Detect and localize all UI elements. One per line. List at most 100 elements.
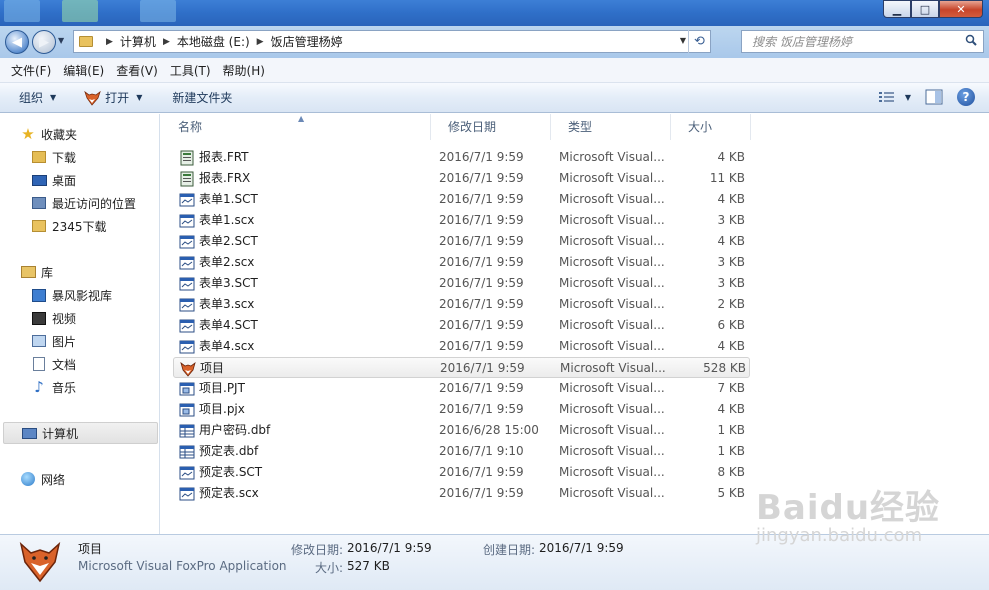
organize-button[interactable]: 组织 ▼ <box>0 89 65 106</box>
file-row[interactable]: 表单3.SCT 2016/7/1 9:59 Microsoft Visual... 3… <box>173 273 750 294</box>
foxpro-app-icon <box>19 541 61 583</box>
file-type: Microsoft Visual... <box>559 276 665 290</box>
form-icon <box>179 340 195 353</box>
menu-tools[interactable]: 工具(T) <box>164 62 217 79</box>
forward-button[interactable]: ▶ <box>32 30 56 54</box>
sidebar-computer[interactable]: 计算机 <box>3 422 158 444</box>
column-header-name[interactable]: 名称 <box>161 114 431 140</box>
sidebar-item-label: 2345下载 <box>52 219 107 234</box>
sidebar-libraries[interactable]: 库 <box>20 261 53 283</box>
picture-icon <box>31 333 47 349</box>
file-row[interactable]: 用户密码.dbf 2016/6/28 15:00 Microsoft Visual.… <box>173 420 750 441</box>
sidebar-item-recent-places[interactable]: 最近访问的位置 <box>31 192 136 214</box>
file-row[interactable]: 表单1.SCT 2016/7/1 9:59 Microsoft Visual... 4… <box>173 189 750 210</box>
video-library-icon <box>31 287 47 303</box>
file-name-cell: 报表.FRX <box>179 168 429 189</box>
details-file-name: 项目 <box>78 542 103 556</box>
sidebar-item-pictures[interactable]: 图片 <box>31 330 76 352</box>
column-header-size[interactable]: 大小 <box>671 114 751 140</box>
file-row[interactable]: 预定表.SCT 2016/7/1 9:59 Microsoft Visual... 8… <box>173 462 750 483</box>
file-type: Microsoft Visual... <box>559 213 665 227</box>
film-icon <box>31 310 47 326</box>
sidebar-item-baofeng-library[interactable]: 暴风影视库 <box>31 284 112 306</box>
sidebar-network[interactable]: 网络 <box>20 468 65 490</box>
file-row[interactable]: 表单4.SCT 2016/7/1 9:59 Microsoft Visual... 6… <box>173 315 750 336</box>
file-name-cell: 用户密码.dbf <box>179 420 429 441</box>
address-history-dropdown[interactable]: ▼ <box>680 36 686 45</box>
file-row[interactable]: 预定表.scx 2016/7/1 9:59 Microsoft Visual... 5… <box>173 483 750 504</box>
file-size: 1 KB <box>717 423 745 437</box>
sidebar-item-label: 音乐 <box>52 380 77 395</box>
file-size: 11 KB <box>709 171 745 185</box>
minimize-button[interactable]: ▁ <box>883 0 911 18</box>
breadcrumb-folder[interactable]: 饭店管理杨婷 <box>271 33 343 50</box>
address-bar[interactable]: ▶ 计算机 ▶ 本地磁盘 (E:) ▶ 饭店管理杨婷 ▼ ⟲ <box>73 30 711 53</box>
sidebar-computer-label: 计算机 <box>42 426 79 441</box>
file-row[interactable]: 预定表.dbf 2016/7/1 9:10 Microsoft Visual... 1… <box>173 441 750 462</box>
file-row[interactable]: 表单2.SCT 2016/7/1 9:59 Microsoft Visual... 4… <box>173 231 750 252</box>
file-row[interactable]: 表单2.scx 2016/7/1 9:59 Microsoft Visual... 3… <box>173 252 750 273</box>
column-header-type[interactable]: 类型 <box>551 114 671 140</box>
column-header-date[interactable]: 修改日期 <box>431 114 551 140</box>
search-icon[interactable] <box>965 34 977 46</box>
back-button[interactable]: ◀ <box>5 30 29 54</box>
breadcrumb-drive[interactable]: 本地磁盘 (E:) <box>177 33 250 50</box>
sidebar-favorites[interactable]: ★ 收藏夹 <box>20 123 77 145</box>
change-view-button[interactable]: ▼ <box>878 91 911 103</box>
file-name-cell: 报表.FRT <box>179 147 429 168</box>
command-bar: 组织 ▼ 打开 ▼ 新建文件夹 ▼ ? <box>0 83 989 113</box>
sidebar-item-documents[interactable]: 文档 <box>31 353 76 375</box>
breadcrumb-separator[interactable]: ▶ <box>106 37 113 47</box>
file-row[interactable]: 项目 2016/7/1 9:59 Microsoft Visual... 528 KB <box>173 357 750 378</box>
open-button[interactable]: 打开 ▼ <box>75 89 151 106</box>
folder-icon <box>79 36 93 47</box>
file-type: Microsoft Visual... <box>559 465 665 479</box>
sidebar-item-downloads[interactable]: 下载 <box>31 146 76 168</box>
file-row[interactable]: 报表.FRX 2016/7/1 9:59 Microsoft Visual... 11… <box>173 168 750 189</box>
breadcrumb-separator[interactable]: ▶ <box>257 37 264 47</box>
search-input[interactable]: 搜索 饭店管理杨婷 <box>741 30 984 53</box>
file-name-cell: 表单4.SCT <box>179 315 429 336</box>
chevron-down-icon[interactable]: ▼ <box>905 93 911 102</box>
sidebar-item-music[interactable]: ♪ 音乐 <box>31 376 76 398</box>
new-folder-button[interactable]: 新建文件夹 <box>163 89 241 106</box>
file-date: 2016/7/1 9:10 <box>439 444 524 458</box>
title-bar: ▁ □ ✕ <box>0 0 989 26</box>
file-name-cell: 表单3.SCT <box>179 273 429 294</box>
maximize-button[interactable]: □ <box>911 0 939 18</box>
file-size: 1 KB <box>717 444 745 458</box>
menu-view[interactable]: 查看(V) <box>110 62 164 79</box>
details-file-type: Microsoft Visual FoxPro Application <box>78 559 287 573</box>
file-date: 2016/6/28 15:00 <box>439 423 539 437</box>
file-type: Microsoft Visual... <box>559 171 665 185</box>
file-row[interactable]: 项目.PJT 2016/7/1 9:59 Microsoft Visual... 7 … <box>173 378 750 399</box>
menu-file[interactable]: 文件(F) <box>5 62 57 79</box>
file-size: 6 KB <box>717 318 745 332</box>
sidebar-item-2345-downloads[interactable]: 2345下载 <box>31 215 107 237</box>
table-icon <box>179 445 195 458</box>
file-row[interactable]: 项目.pjx 2016/7/1 9:59 Microsoft Visual... 4 … <box>173 399 750 420</box>
file-row[interactable]: 报表.FRT 2016/7/1 9:59 Microsoft Visual... 4 … <box>173 147 750 168</box>
sidebar-item-videos[interactable]: 视频 <box>31 307 76 329</box>
file-row[interactable]: 表单4.scx 2016/7/1 9:59 Microsoft Visual... 4… <box>173 336 750 357</box>
file-row[interactable]: 表单3.scx 2016/7/1 9:59 Microsoft Visual... 2… <box>173 294 750 315</box>
sidebar-item-label: 暴风影视库 <box>52 288 113 303</box>
menu-edit[interactable]: 编辑(E) <box>57 62 110 79</box>
foxpro-app-icon <box>180 361 196 377</box>
close-button[interactable]: ✕ <box>939 0 983 18</box>
file-name: 表单4.SCT <box>199 318 258 332</box>
help-icon[interactable]: ? <box>957 88 975 106</box>
refresh-icon[interactable]: ⟲ <box>688 30 710 53</box>
form-icon <box>179 277 195 290</box>
preview-pane-icon[interactable] <box>925 89 943 105</box>
menu-help[interactable]: 帮助(H) <box>217 62 271 79</box>
recent-pages-dropdown[interactable]: ▼ <box>58 36 64 45</box>
file-name: 表单1.SCT <box>199 192 258 206</box>
file-row[interactable]: 表单1.scx 2016/7/1 9:59 Microsoft Visual... 3… <box>173 210 750 231</box>
file-size: 3 KB <box>717 255 745 269</box>
network-icon <box>20 471 36 487</box>
form-icon <box>179 319 195 332</box>
breadcrumb-computer[interactable]: 计算机 <box>120 33 156 50</box>
sidebar-item-desktop[interactable]: 桌面 <box>31 169 76 191</box>
breadcrumb-separator[interactable]: ▶ <box>163 37 170 47</box>
